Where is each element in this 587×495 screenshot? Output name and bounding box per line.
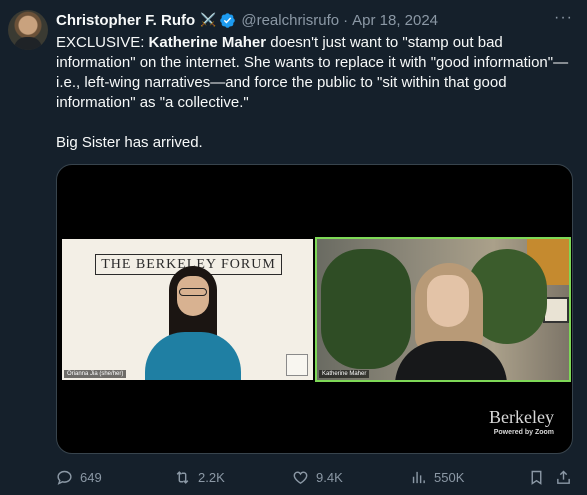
- participant-left-label: Orianna Jia (she/her): [64, 370, 127, 378]
- tweet-date[interactable]: Apr 18, 2024: [352, 12, 438, 29]
- separator-dot: ·: [343, 11, 349, 29]
- share-icon: [557, 470, 570, 484]
- video-participant-right: Katherine Maher: [315, 237, 571, 382]
- tweet-header: Christopher F. Rufo ⚔️ @realchrisrufo · …: [56, 10, 575, 30]
- tweet-text: EXCLUSIVE: Katherine Maher doesn't just …: [56, 33, 574, 153]
- reply-button[interactable]: 649: [56, 469, 102, 486]
- heart-icon: [293, 471, 308, 484]
- reply-count: 649: [80, 470, 102, 485]
- participant-right-figure: [391, 263, 511, 380]
- tweet-paragraph-1: EXCLUSIVE: Katherine Maher doesn't just …: [56, 33, 574, 113]
- bookmark-button[interactable]: [528, 469, 552, 486]
- views-count: 550K: [434, 470, 465, 485]
- berkeley-logo: Berkeley Powered by Zoom: [489, 407, 554, 436]
- crossed-swords-emoji: ⚔️: [200, 12, 217, 27]
- views-button[interactable]: 550K: [410, 469, 464, 486]
- video-participant-left: THE BERKELEY FORUM Orianna Jia (she/her): [62, 239, 313, 380]
- tweet-paragraph-2: Big Sister has arrived.: [56, 134, 203, 151]
- berkeley-word: Berkeley: [489, 407, 554, 427]
- share-button[interactable]: [555, 469, 579, 486]
- participant-left-figure: [129, 266, 254, 380]
- views-chart-icon: [412, 471, 425, 484]
- author-handle[interactable]: @realchrisrufo: [241, 12, 339, 29]
- like-count: 9.4K: [316, 470, 343, 485]
- reply-icon: [57, 470, 72, 485]
- repost-button[interactable]: 2.2K: [174, 469, 225, 486]
- participant-right-label: Katherine Maher: [319, 370, 370, 378]
- like-button[interactable]: 9.4K: [292, 469, 343, 486]
- text-bold-name: Katherine Maher: [148, 34, 267, 51]
- repost-count: 2.2K: [198, 470, 225, 485]
- forum-logo-icon: [286, 354, 308, 376]
- more-options-icon[interactable]: ···: [554, 9, 573, 27]
- text-exclusive: EXCLUSIVE:: [56, 34, 149, 51]
- verified-badge-icon: [220, 12, 236, 28]
- author-name[interactable]: Christopher F. Rufo: [56, 12, 195, 29]
- repost-icon: [176, 471, 189, 484]
- author-avatar[interactable]: [8, 10, 48, 50]
- video-player[interactable]: THE BERKELEY FORUM Orianna Jia (she/her)…: [56, 164, 573, 454]
- powered-by-zoom: Powered by Zoom: [493, 429, 554, 436]
- tweet-card[interactable]: Christopher F. Rufo ⚔️ @realchrisrufo · …: [0, 0, 587, 495]
- tweet-actions: 649 2.2K 9.4K 550K: [56, 469, 573, 489]
- bookmark-icon: [531, 470, 542, 485]
